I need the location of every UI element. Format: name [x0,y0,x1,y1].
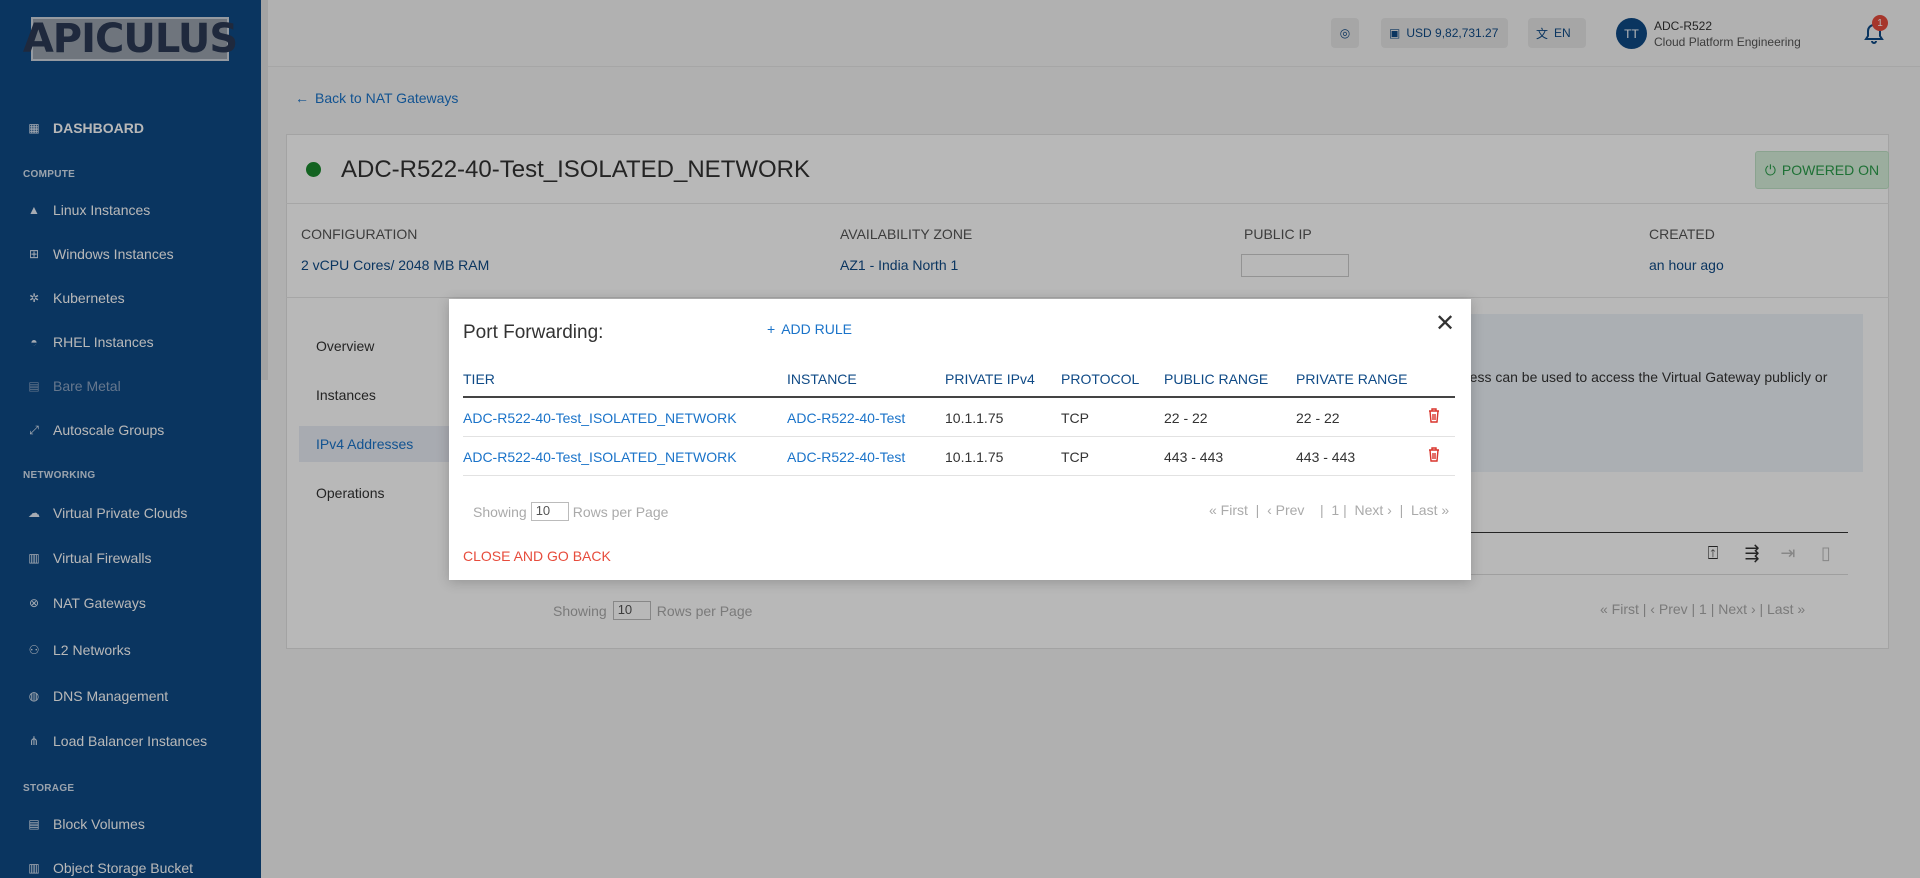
rows-per-page-input[interactable]: 10 [530,502,569,521]
col-protocol: PROTOCOL [1061,371,1140,387]
row-tier[interactable]: ADC-R522-40-Test_ISOLATED_NETWORK [463,410,737,426]
table-header: TIER INSTANCE PRIVATE IPv4 PROTOCOL PUBL… [463,361,1455,398]
row-public-range: 22 - 22 [1164,410,1208,426]
table-row: ADC-R522-40-Test_ISOLATED_NETWORK ADC-R5… [463,438,1455,476]
col-tier: TIER [463,371,495,387]
row-private-range: 22 - 22 [1296,410,1340,426]
row-instance[interactable]: ADC-R522-40-Test [787,449,905,465]
col-private-range: PRIVATE RANGE [1296,371,1408,387]
row-instance[interactable]: ADC-R522-40-Test [787,410,905,426]
row-public-range: 443 - 443 [1164,449,1224,465]
modal-title: Port Forwarding: [463,322,604,343]
plus-icon: + [767,321,776,337]
row-private-ip: 10.1.1.75 [945,410,1004,426]
table-row: ADC-R522-40-Test_ISOLATED_NETWORK ADC-R5… [463,399,1455,437]
close-icon[interactable]: ✕ [1434,312,1456,336]
col-public-range: PUBLIC RANGE [1164,371,1269,387]
col-private-ipv4: PRIVATE IPv4 [945,371,1035,387]
col-instance: INSTANCE [787,371,857,387]
row-private-range: 443 - 443 [1296,449,1356,465]
row-protocol: TCP [1061,449,1089,465]
close-and-go-back-button[interactable]: CLOSE AND GO BACK [463,548,611,564]
add-rule-button[interactable]: + ADD RULE [767,321,852,337]
port-forwarding-modal: Port Forwarding: + ADD RULE ✕ TIER INSTAN… [449,299,1471,580]
pagination-size: Showing 10 Rows per Page [473,502,669,521]
delete-rule-icon[interactable] [1427,446,1441,462]
row-private-ip: 10.1.1.75 [945,449,1004,465]
row-tier[interactable]: ADC-R522-40-Test_ISOLATED_NETWORK [463,449,737,465]
pagination[interactable]: « First | ‹ Prev | 1 | Next › | Last » [1209,502,1449,518]
row-protocol: TCP [1061,410,1089,426]
delete-rule-icon[interactable] [1427,407,1441,423]
